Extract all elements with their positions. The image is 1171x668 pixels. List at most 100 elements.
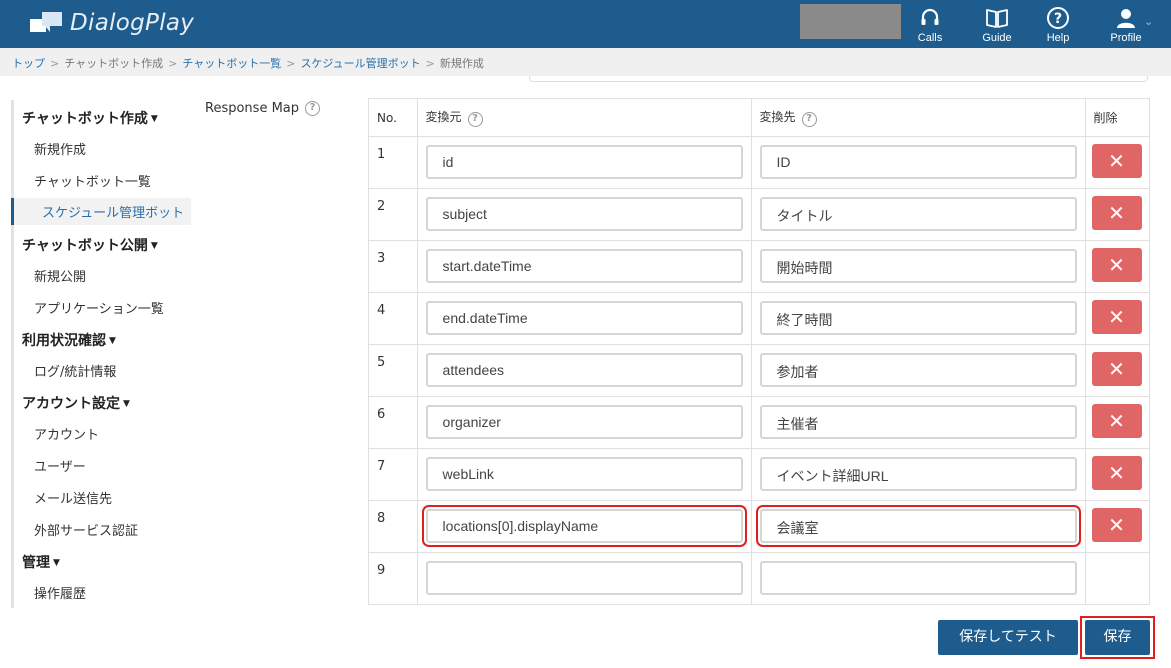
source-input[interactable]: id [425, 145, 743, 179]
source-input[interactable]: organizer [425, 405, 743, 439]
nav-guide[interactable]: Guide [967, 5, 1027, 47]
delete-row-button[interactable]: ✕ [1091, 508, 1142, 542]
target-cell: ID [750, 136, 1086, 189]
close-icon: ✕ [1108, 149, 1125, 173]
nav-calls[interactable]: Calls [900, 5, 960, 47]
breadcrumb-separator: > [286, 57, 296, 70]
nav-guide-label: Guide [982, 32, 1012, 44]
target-input[interactable]: 会議室 [759, 509, 1077, 543]
delete-row-button[interactable]: ✕ [1091, 404, 1142, 438]
sidebar-section-chatbot-create[interactable]: チャットボット作成 ▼ [22, 108, 158, 128]
source-input[interactable] [425, 561, 743, 595]
chevron-down-icon[interactable]: ⌄ [1144, 15, 1153, 28]
source-input[interactable]: webLink [425, 457, 743, 491]
sidebar-item-account[interactable]: アカウント [34, 424, 99, 443]
sidebar-item-operation-history[interactable]: 操作履歴 [34, 583, 86, 602]
column-header-target: 変換先? [750, 98, 1086, 137]
delete-row-button[interactable]: ✕ [1091, 352, 1142, 386]
sidebar-item-schedule-bot[interactable]: スケジュール管理ボット [11, 198, 191, 225]
target-input[interactable]: イベント詳細URL [759, 457, 1077, 491]
target-cell: タイトル [750, 188, 1086, 241]
source-cell: locations[0].displayName [416, 500, 752, 553]
row-number: 2 [368, 188, 418, 241]
close-icon: ✕ [1108, 409, 1125, 433]
table-row: 6 organizer 主催者 ✕ [368, 396, 1151, 449]
target-cell: 終了時間 [750, 292, 1086, 345]
breadcrumb-top[interactable]: トップ [12, 57, 45, 70]
delete-row-button[interactable]: ✕ [1091, 144, 1142, 178]
breadcrumb-chatbot-create: チャットボット作成 [64, 57, 164, 70]
sidebar-item-users[interactable]: ユーザー [34, 456, 86, 475]
source-input[interactable]: subject [425, 197, 743, 231]
source-input[interactable]: end.dateTime [425, 301, 743, 335]
close-icon: ✕ [1108, 461, 1125, 485]
breadcrumb-chatbot-list[interactable]: チャットボット一覧 [182, 57, 281, 70]
source-cell: webLink [416, 448, 752, 501]
help-icon[interactable]: ? [467, 112, 483, 127]
save-and-test-button[interactable]: 保存してテスト [938, 620, 1078, 655]
delete-cell: ✕ [1084, 188, 1151, 241]
sidebar-section-account-settings[interactable]: アカウント設定 ▼ [22, 393, 130, 413]
target-input[interactable]: 参加者 [759, 353, 1077, 387]
sidebar-item-chatbot-list[interactable]: チャットボット一覧 [34, 171, 151, 190]
sidebar-section-usage[interactable]: 利用状況確認 ▼ [22, 330, 116, 350]
source-cell: subject [416, 188, 752, 241]
row-number: 7 [368, 448, 418, 501]
delete-cell: ✕ [1084, 240, 1151, 293]
table-row: 3 start.dateTime 開始時間 ✕ [368, 240, 1151, 293]
delete-cell: ✕ [1084, 136, 1151, 189]
svg-text:?: ? [1054, 11, 1062, 27]
delete-row-button[interactable]: ✕ [1091, 456, 1142, 490]
column-header-no: No. [368, 98, 418, 137]
table-row: 4 end.dateTime 終了時間 ✕ [368, 292, 1151, 345]
target-input[interactable]: タイトル [759, 197, 1077, 231]
sidebar-item-new-publish[interactable]: 新規公開 [34, 266, 86, 285]
previous-field-edge [529, 76, 1148, 82]
nav-help[interactable]: ? Help [1028, 5, 1088, 47]
header-search-box[interactable] [800, 4, 901, 39]
nav-calls-label: Calls [917, 32, 943, 44]
target-cell [750, 552, 1086, 605]
target-input[interactable]: 開始時間 [759, 249, 1077, 283]
close-icon: ✕ [1108, 305, 1125, 329]
target-input[interactable] [759, 561, 1077, 595]
nav-profile-label: Profile [1110, 32, 1142, 44]
delete-cell: ✕ [1084, 500, 1151, 553]
target-input[interactable]: 終了時間 [759, 301, 1077, 335]
sidebar-item-mail-destinations[interactable]: メール送信先 [34, 488, 112, 507]
source-input[interactable]: start.dateTime [425, 249, 743, 283]
target-input[interactable]: ID [759, 145, 1077, 179]
breadcrumb-schedule-bot[interactable]: スケジュール管理ボット [300, 57, 420, 70]
sidebar-item-new-create[interactable]: 新規作成 [34, 139, 86, 158]
row-number: 1 [368, 136, 418, 189]
help-icon[interactable]: ? [305, 101, 321, 116]
caret-down-icon: ▼ [109, 336, 116, 346]
sidebar-section-admin[interactable]: 管理 ▼ [22, 552, 60, 572]
close-icon: ✕ [1108, 253, 1125, 277]
table-row: 7 webLink イベント詳細URL ✕ [368, 448, 1151, 501]
row-number: 4 [368, 292, 418, 345]
sidebar-section-label: 利用状況確認 [22, 333, 106, 349]
help-icon[interactable]: ? [801, 112, 817, 127]
caret-down-icon: ▼ [123, 399, 130, 409]
target-cell: イベント詳細URL [750, 448, 1086, 501]
target-input[interactable]: 主催者 [759, 405, 1077, 439]
source-input[interactable]: attendees [425, 353, 743, 387]
source-cell: start.dateTime [416, 240, 752, 293]
delete-cell: ✕ [1084, 292, 1151, 345]
delete-row-button[interactable]: ✕ [1091, 196, 1142, 230]
save-button[interactable]: 保存 [1085, 620, 1150, 655]
source-input[interactable]: locations[0].displayName [425, 509, 743, 543]
sidebar-item-external-auth[interactable]: 外部サービス認証 [34, 520, 138, 539]
delete-row-button[interactable]: ✕ [1091, 248, 1142, 282]
target-cell: 参加者 [750, 344, 1086, 397]
sidebar-item-application-list[interactable]: アプリケーション一覧 [34, 298, 164, 317]
logo[interactable]: DialogPlay [30, 10, 194, 36]
sidebar-item-logs[interactable]: ログ/統計情報 [34, 361, 116, 380]
breadcrumb-separator: > [168, 57, 178, 70]
delete-row-button[interactable]: ✕ [1091, 300, 1142, 334]
target-cell: 主催者 [750, 396, 1086, 449]
table-row: 5 attendees 参加者 ✕ [368, 344, 1151, 397]
row-number: 8 [368, 500, 418, 553]
sidebar-section-chatbot-publish[interactable]: チャットボット公開 ▼ [22, 235, 158, 255]
